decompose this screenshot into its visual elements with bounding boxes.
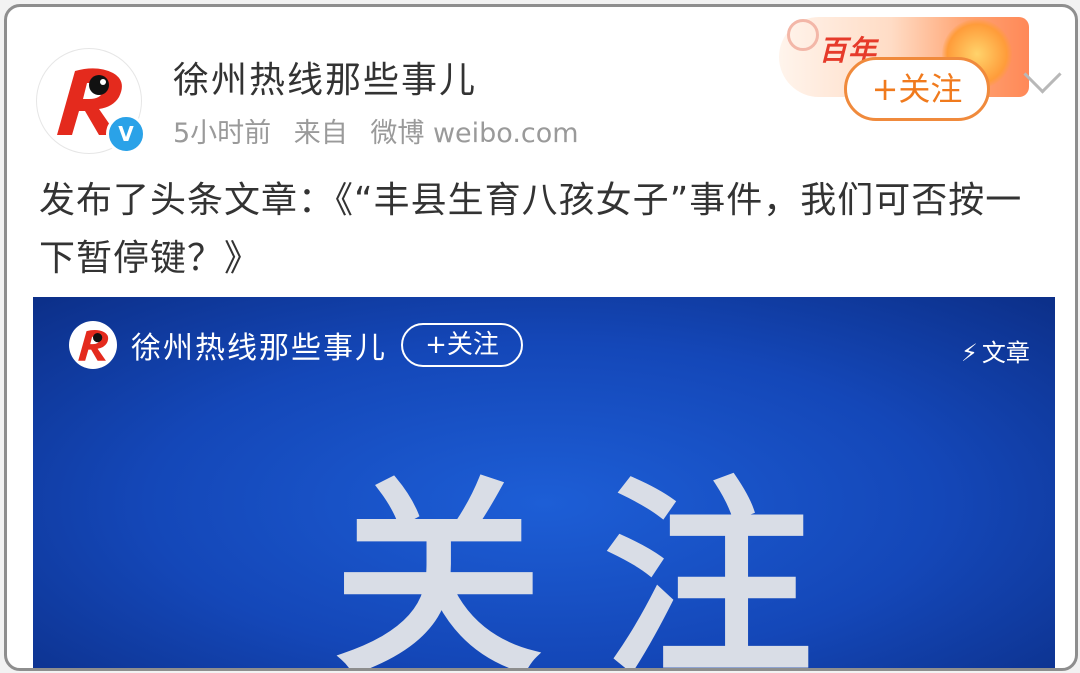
card-author-name: 徐州热线那些事儿: [131, 331, 387, 366]
card-author-avatar: [69, 321, 117, 369]
chevron-down-icon[interactable]: [1023, 55, 1062, 94]
author-name[interactable]: 徐州热线那些事儿: [173, 51, 477, 103]
r-logo-icon: [78, 329, 109, 361]
source-name[interactable]: 微博 weibo.com: [370, 118, 578, 149]
article-badge-label: 文章: [981, 339, 1030, 367]
post-time: 5小时前: [173, 118, 272, 149]
lightning-icon: ⚡: [961, 339, 978, 367]
source-label: 来自: [293, 118, 348, 149]
article-card[interactable]: 徐州热线那些事儿 +关注 ⚡ 文章 关注: [33, 297, 1055, 671]
card-follow-button[interactable]: +关注: [401, 323, 523, 367]
banner-ring-decoration: [787, 19, 819, 51]
card-headline: 关注: [333, 459, 874, 671]
article-badge: ⚡ 文章: [961, 333, 1030, 368]
follow-button[interactable]: +关注: [844, 57, 990, 121]
post-meta: 5小时前 来自 微博 weibo.com: [173, 111, 593, 150]
weibo-post-screenshot: V 徐州热线那些事儿 5小时前 来自 微博 weibo.com 百年 +关注 发…: [4, 4, 1078, 671]
verified-badge-icon: V: [106, 114, 146, 154]
post-body-text: 发布了头条文章：《“丰县生育八孩女子”事件，我们可否按一下暂停键？》: [39, 180, 1023, 279]
